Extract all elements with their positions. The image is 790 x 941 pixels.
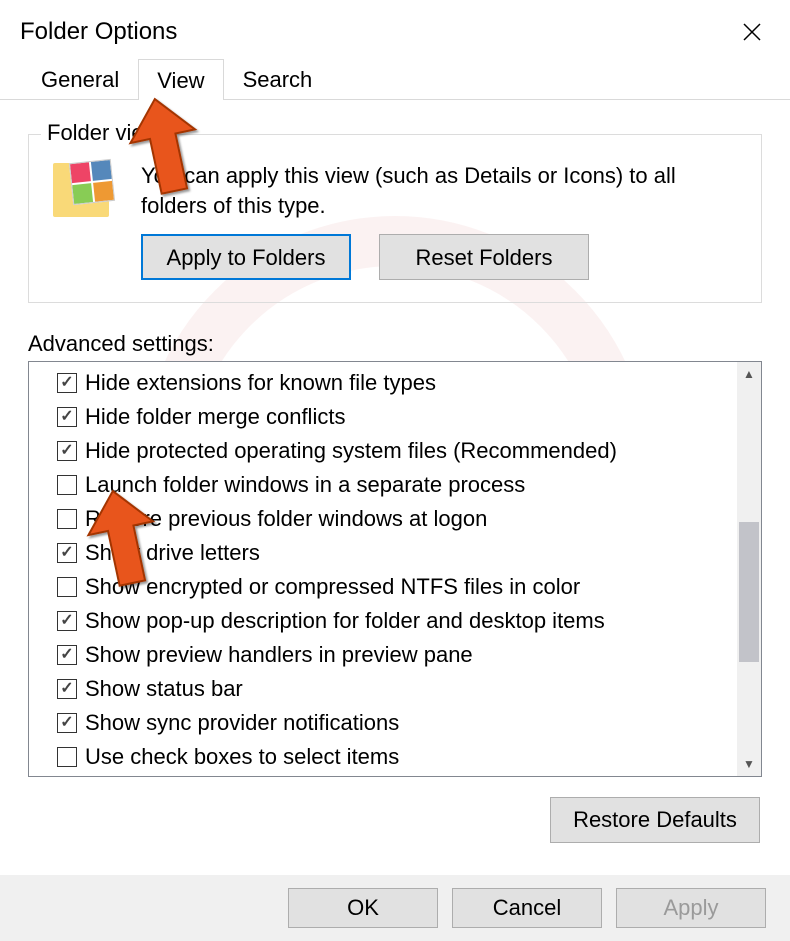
list-item-label: Show status bar bbox=[85, 676, 243, 702]
list-item-label: Show sync provider notifications bbox=[85, 710, 399, 736]
checkbox[interactable] bbox=[57, 611, 77, 631]
checkbox[interactable] bbox=[57, 679, 77, 699]
list-item[interactable]: Show pop-up description for folder and d… bbox=[57, 604, 737, 638]
list-item[interactable]: Launch folder windows in a separate proc… bbox=[57, 468, 737, 502]
checkbox[interactable] bbox=[57, 373, 77, 393]
ok-button[interactable]: OK bbox=[288, 888, 438, 928]
scroll-down-icon[interactable]: ▼ bbox=[737, 752, 761, 776]
folder-icon bbox=[49, 161, 121, 233]
tab-bar: General View Search bbox=[0, 58, 790, 100]
list-item[interactable]: Show preview handlers in preview pane bbox=[57, 638, 737, 672]
apply-to-folders-button[interactable]: Apply to Folders bbox=[141, 234, 351, 280]
checkbox[interactable] bbox=[57, 509, 77, 529]
checkbox[interactable] bbox=[57, 747, 77, 767]
checkbox[interactable] bbox=[57, 645, 77, 665]
folder-views-legend: Folder views bbox=[41, 120, 176, 146]
list-item-label: Show preview handlers in preview pane bbox=[85, 642, 473, 668]
list-item[interactable]: Restore previous folder windows at logon bbox=[57, 502, 737, 536]
list-item-label: Hide extensions for known file types bbox=[85, 370, 436, 396]
window-title: Folder Options bbox=[20, 18, 177, 46]
list-item-label: Restore previous folder windows at logon bbox=[85, 506, 487, 532]
cancel-button[interactable]: Cancel bbox=[452, 888, 602, 928]
scroll-up-icon[interactable]: ▲ bbox=[737, 362, 761, 386]
reset-folders-button[interactable]: Reset Folders bbox=[379, 234, 589, 280]
list-item-label: Show encrypted or compressed NTFS files … bbox=[85, 574, 580, 600]
dialog-button-bar: OK Cancel Apply bbox=[0, 875, 790, 941]
close-icon[interactable] bbox=[732, 12, 772, 52]
apply-button[interactable]: Apply bbox=[616, 888, 766, 928]
advanced-settings-list: Hide extensions for known file types Hide… bbox=[28, 361, 762, 777]
folder-views-text: You can apply this view (such as Details… bbox=[141, 161, 741, 220]
tab-search[interactable]: Search bbox=[224, 58, 332, 99]
list-item-label: Hide protected operating system files (R… bbox=[85, 438, 617, 464]
list-item-label: Use check boxes to select items bbox=[85, 744, 399, 770]
checkbox[interactable] bbox=[57, 577, 77, 597]
list-item[interactable]: Show drive letters bbox=[57, 536, 737, 570]
list-item-label: Show pop-up description for folder and d… bbox=[85, 608, 605, 634]
checkbox[interactable] bbox=[57, 543, 77, 563]
list-item-label: Launch folder windows in a separate proc… bbox=[85, 472, 525, 498]
scrollbar-thumb[interactable] bbox=[739, 522, 759, 662]
folder-views-group: Folder views You can apply this view (su… bbox=[28, 134, 762, 303]
list-item[interactable]: Show sync provider notifications bbox=[57, 706, 737, 740]
checkbox[interactable] bbox=[57, 713, 77, 733]
tab-view[interactable]: View bbox=[138, 59, 223, 100]
checkbox[interactable] bbox=[57, 441, 77, 461]
advanced-settings-label: Advanced settings: bbox=[28, 331, 762, 357]
list-item[interactable]: Hide protected operating system files (R… bbox=[57, 434, 737, 468]
list-item[interactable]: Hide extensions for known file types bbox=[57, 366, 737, 400]
scrollbar[interactable]: ▲ ▼ bbox=[737, 362, 761, 776]
list-item-label: Hide folder merge conflicts bbox=[85, 404, 345, 430]
list-item-label: Show drive letters bbox=[85, 540, 260, 566]
restore-defaults-button[interactable]: Restore Defaults bbox=[550, 797, 760, 843]
tab-general[interactable]: General bbox=[22, 58, 138, 99]
list-item[interactable]: Show encrypted or compressed NTFS files … bbox=[57, 570, 737, 604]
list-item[interactable]: Use check boxes to select items bbox=[57, 740, 737, 774]
list-item[interactable]: Show status bar bbox=[57, 672, 737, 706]
checkbox[interactable] bbox=[57, 407, 77, 427]
list-item[interactable]: Hide folder merge conflicts bbox=[57, 400, 737, 434]
list-item[interactable]: Use Sharing Wizard (Recommended) bbox=[57, 774, 737, 776]
checkbox[interactable] bbox=[57, 475, 77, 495]
